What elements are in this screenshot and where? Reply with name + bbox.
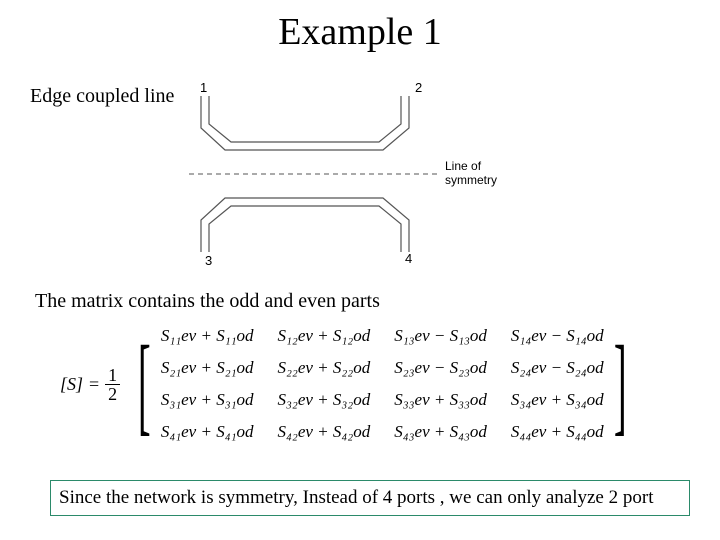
one-half: 1 2	[105, 366, 120, 403]
s-matrix: [S] = 1 2 [ S₁₁ev + S₁₁od S₁₂ev + S₁₂od …	[60, 320, 638, 448]
matrix-lhs: [S]	[60, 374, 83, 395]
footer-note: Since the network is symmetry, Instead o…	[50, 480, 690, 516]
bracket-right: ]	[614, 343, 627, 426]
cell-44: S₄₄ev + S₄₄od	[499, 416, 616, 448]
cell-23: S₂₃ev − S₂₃od	[382, 352, 499, 384]
port-4-label: 4	[405, 251, 412, 266]
bracket-left: [	[138, 343, 151, 426]
cell-11: S₁₁ev + S₁₁od	[149, 320, 266, 352]
frac-num: 1	[105, 366, 120, 385]
frac-den: 2	[105, 385, 120, 403]
cell-12: S₁₂ev + S₁₂od	[266, 320, 383, 352]
cell-33: S₃₃ev + S₃₃od	[382, 384, 499, 416]
cell-31: S₃₁ev + S₃₁od	[149, 384, 266, 416]
edge-coupled-label: Edge coupled line	[30, 85, 174, 108]
matrix-eq: =	[89, 374, 99, 395]
cell-24: S₂₄ev − S₂₄od	[499, 352, 616, 384]
cell-41: S₄₁ev + S₄₁od	[149, 416, 266, 448]
cell-13: S₁₃ev − S₁₃od	[382, 320, 499, 352]
port-3-label: 3	[205, 253, 212, 268]
symmetry-label-1: Line of	[445, 159, 482, 173]
port-1-label: 1	[200, 80, 207, 95]
matrix-caption: The matrix contains the odd and even par…	[35, 290, 380, 313]
page-title: Example 1	[0, 10, 720, 54]
cell-14: S₁₄ev − S₁₄od	[499, 320, 616, 352]
cell-42: S₄₂ev + S₄₂od	[266, 416, 383, 448]
cell-32: S₃₂ev + S₃₂od	[266, 384, 383, 416]
port-2-label: 2	[415, 80, 422, 95]
cell-21: S₂₁ev + S₂₁od	[149, 352, 266, 384]
coupled-line-diagram: 1 2 3 4 Line of symmetry	[185, 80, 515, 270]
matrix-table: S₁₁ev + S₁₁od S₁₂ev + S₁₂od S₁₃ev − S₁₃o…	[149, 320, 616, 448]
cell-22: S₂₂ev + S₂₂od	[266, 352, 383, 384]
cell-34: S₃₄ev + S₃₄od	[499, 384, 616, 416]
symmetry-label-2: symmetry	[445, 173, 497, 187]
cell-43: S₄₃ev + S₄₃od	[382, 416, 499, 448]
